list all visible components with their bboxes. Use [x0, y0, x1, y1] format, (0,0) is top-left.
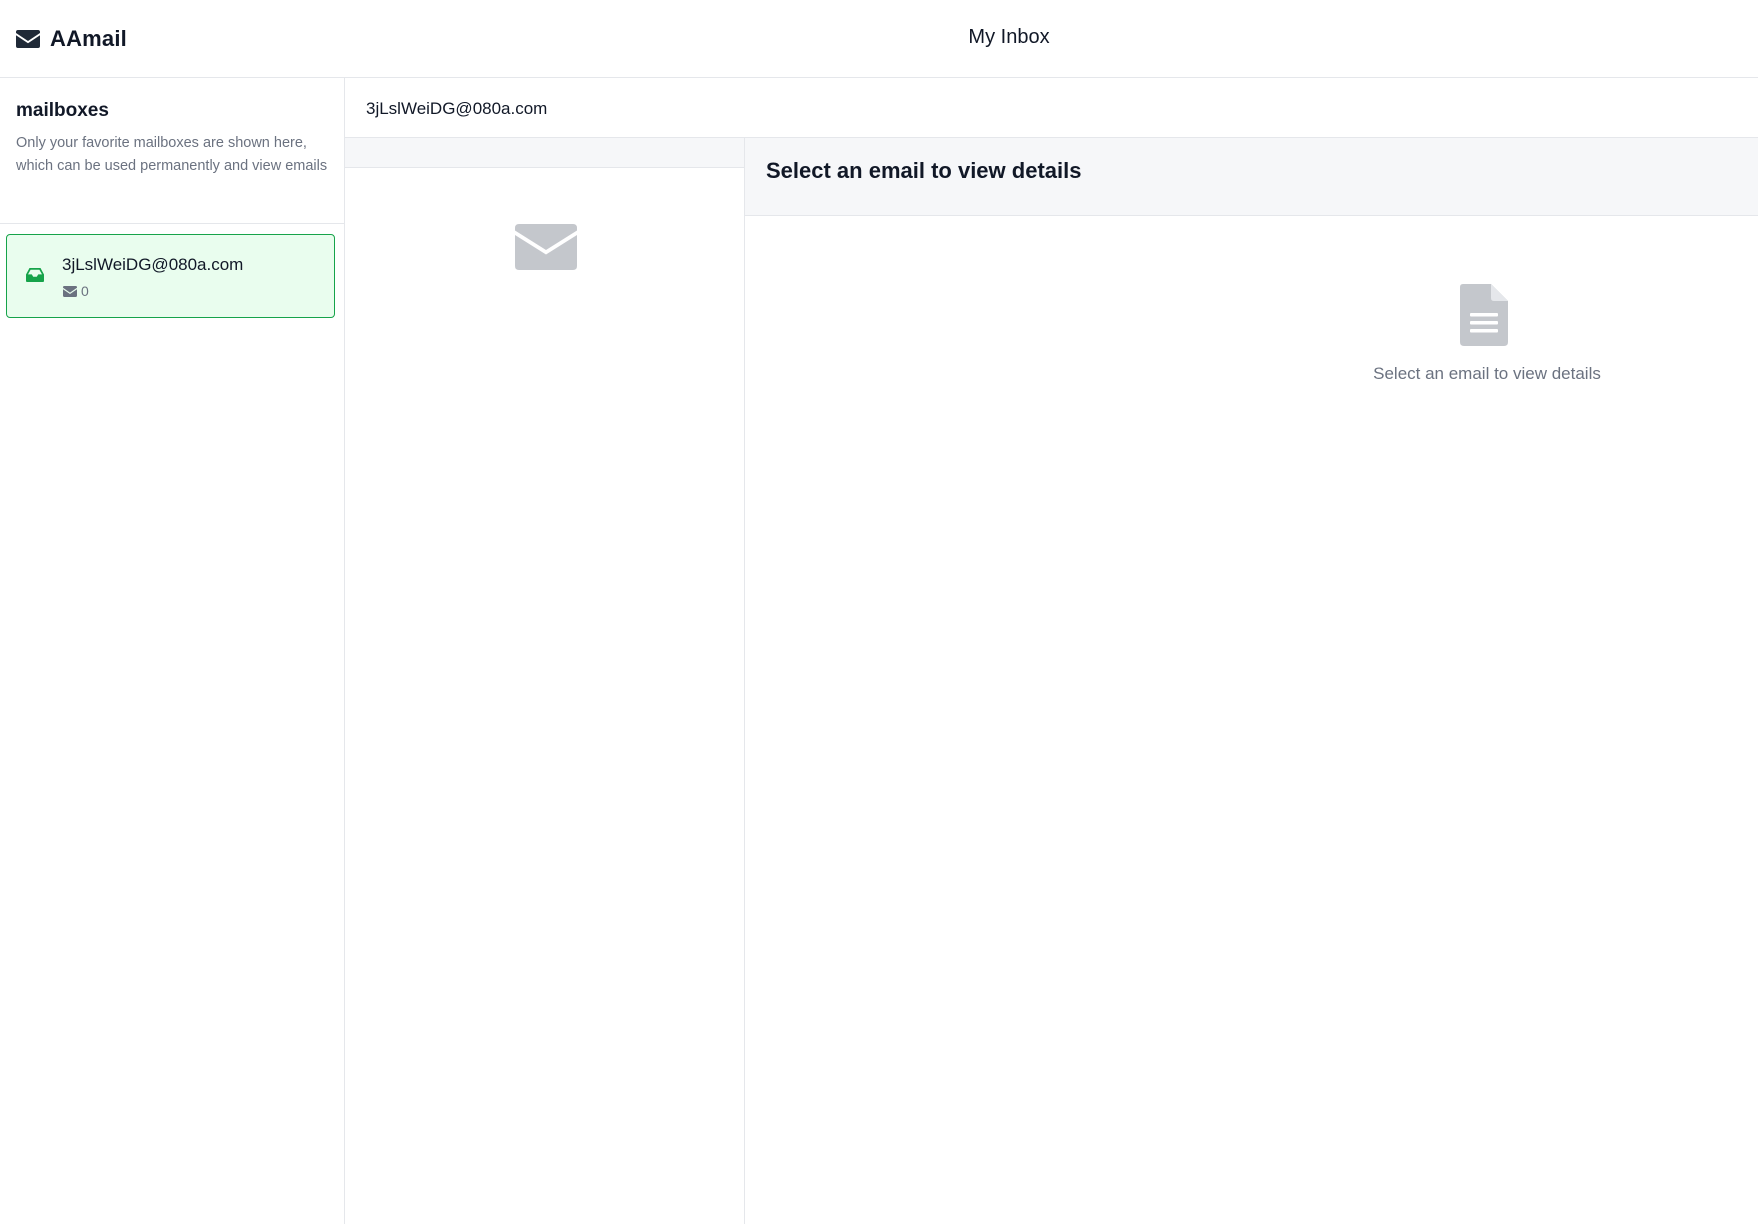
- envelope-icon: [63, 285, 77, 297]
- mailbox-item-selected[interactable]: 3jLslWeiDG@080a.com 0: [6, 234, 335, 318]
- sidebar-header: mailboxes Only your favorite mailboxes a…: [0, 78, 344, 224]
- envelope-icon: [515, 224, 577, 270]
- email-list-pane: [345, 138, 745, 1224]
- page-title: My Inbox: [968, 26, 1050, 48]
- app-name: AAmail: [50, 26, 127, 51]
- sidebar-title: mailboxes: [16, 100, 109, 121]
- empty-state-message: Select an email to view details: [1373, 364, 1601, 383]
- inbox-icon: [26, 268, 44, 282]
- document-icon: [1460, 284, 1508, 346]
- detail-header: Select an email to view details: [745, 138, 1758, 216]
- mailbox-address: 3jLslWeiDG@080a.com: [62, 255, 244, 274]
- email-list-toolbar: [345, 138, 744, 168]
- sidebar-description: Only your favorite mailboxes are shown h…: [16, 135, 328, 174]
- current-mailbox-address: 3jLslWeiDG@080a.com: [366, 99, 548, 118]
- envelope-icon: [16, 30, 40, 48]
- current-mailbox-header: 3jLslWeiDG@080a.com: [345, 78, 1758, 138]
- email-detail-pane: Select an email to view details Select a…: [745, 138, 1758, 1224]
- brand[interactable]: AAmail: [16, 22, 127, 56]
- email-count-value: 0: [81, 283, 89, 299]
- mailbox-sidebar: mailboxes Only your favorite mailboxes a…: [0, 78, 345, 1224]
- detail-title: Select an email to view details: [766, 158, 1082, 183]
- top-navigation-bar: AAmail My Inbox: [0, 0, 1758, 78]
- mailbox-email-count: 0: [63, 283, 89, 299]
